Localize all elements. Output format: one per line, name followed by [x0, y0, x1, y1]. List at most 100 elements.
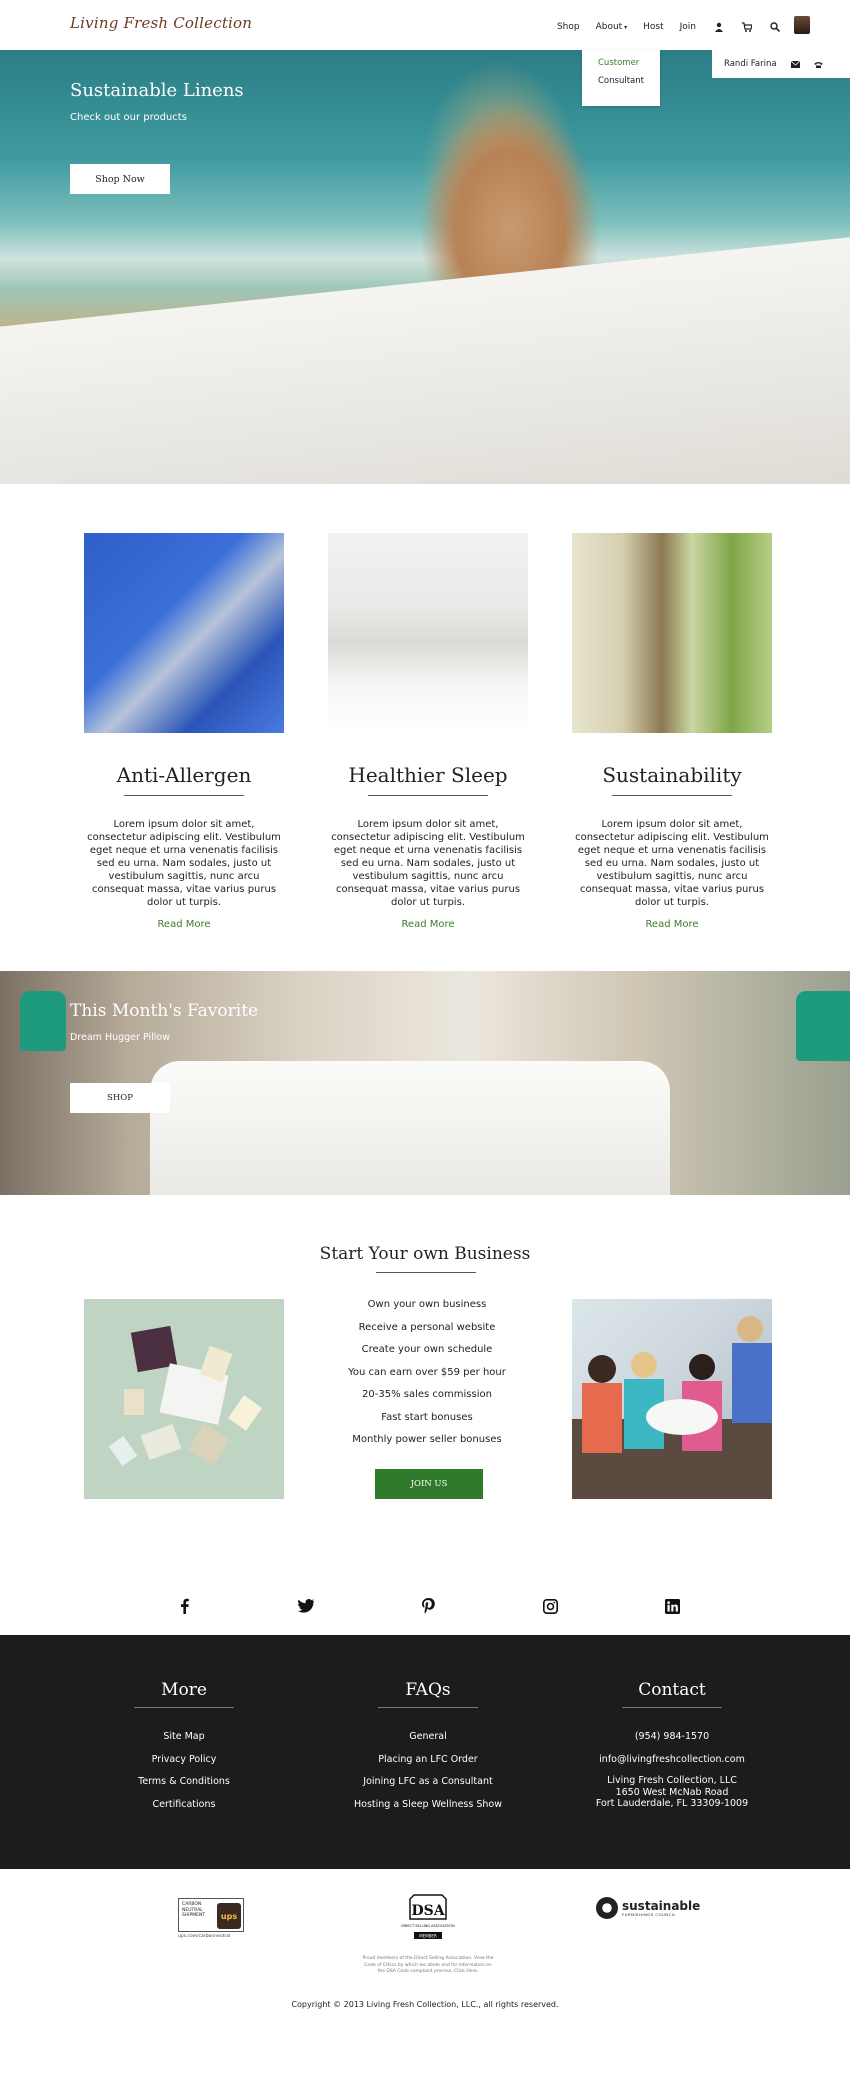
divider — [134, 1707, 234, 1708]
business-benefits-list: Own your own business Receive a personal… — [312, 1294, 542, 1452]
nav-host[interactable]: Host — [643, 22, 664, 32]
list-item: Create your own schedule — [361, 1344, 493, 1355]
sustainable-furnishings-badge[interactable]: sustainable FURNISHINGS COUNCIL — [596, 1897, 700, 1919]
contact-address-line: Fort Lauderdale, FL 33309-1009 — [595, 1798, 749, 1809]
footer-col-more: More Site Map Privacy Policy Terms & Con… — [84, 1680, 284, 1816]
feature-title: Healthier Sleep — [348, 763, 508, 787]
ups-badge-text: CARBON NEUTRAL SHIPMENT — [182, 1902, 205, 1919]
page: Living Fresh Collection Shop About ▾ Hos… — [0, 0, 850, 2084]
footer-link-hosting[interactable]: Hosting a Sleep Wellness Show — [328, 1794, 528, 1817]
twitter-icon[interactable] — [298, 1598, 314, 1614]
footer-link-general[interactable]: General — [328, 1726, 528, 1749]
contact-address-line: 1650 West McNab Road — [615, 1786, 729, 1798]
lamp-image — [20, 991, 66, 1051]
ups-link[interactable]: ups.com/carbonneutral — [178, 1934, 230, 1939]
divider — [124, 795, 244, 796]
facebook-icon[interactable] — [176, 1598, 192, 1614]
favorite-banner: This Month's Favorite Dream Hugger Pillo… — [0, 971, 850, 1195]
feature-body: Lorem ipsum dolor sit amet, consectetur … — [331, 819, 525, 908]
favorite-subtitle: Dream Hugger Pillow — [70, 1032, 170, 1043]
footer-heading: Contact — [638, 1680, 706, 1700]
hero-banner: Sustainable Linens Check out our product… — [0, 50, 850, 484]
user-menu: Randi Farina — [712, 50, 850, 78]
feature-body: Lorem ipsum dolor sit amet, consectetur … — [575, 819, 769, 908]
linkedin-icon[interactable] — [664, 1598, 680, 1614]
hero-sheet-image — [0, 229, 850, 484]
dsa-member-badge[interactable]: DSA DIRECT SELLING ASSOCIATION MEMBER — [400, 1893, 456, 1945]
dropdown-item-customer[interactable]: Customer — [582, 50, 660, 68]
nav-about-label: About — [595, 22, 623, 32]
divider — [612, 795, 732, 796]
hero-subtitle: Check out our products — [70, 112, 187, 123]
feature-body: Lorem ipsum dolor sit amet, consectetur … — [87, 819, 281, 908]
search-icon[interactable] — [770, 22, 781, 33]
globe-icon — [596, 1897, 618, 1919]
about-dropdown: Customer Consultant — [582, 50, 660, 106]
account-avatar[interactable] — [794, 16, 810, 34]
phone-icon[interactable] — [813, 61, 823, 68]
user-icon[interactable] — [714, 22, 724, 32]
feature-anti-allergen: Anti-Allergen Lorem ipsum dolor sit amet… — [84, 533, 284, 930]
footer-col-faqs: FAQs General Placing an LFC Order Joinin… — [328, 1680, 528, 1816]
list-item: You can earn over $59 per hour — [348, 1366, 506, 1378]
starter-kit-image — [84, 1299, 284, 1499]
consultants-image — [572, 1299, 772, 1499]
footer-link-privacy-policy[interactable]: Privacy Policy — [84, 1749, 284, 1772]
bed-image — [150, 1061, 670, 1195]
divider — [376, 1272, 476, 1273]
chevron-down-icon: ▾ — [622, 24, 628, 31]
list-item: Fast start bonuses — [381, 1411, 473, 1423]
site-footer: More Site Map Privacy Policy Terms & Con… — [0, 1635, 850, 1869]
feature-sustainability: Sustainability Lorem ipsum dolor sit ame… — [572, 533, 772, 930]
footer-link-certifications[interactable]: Certifications — [84, 1794, 284, 1817]
divider — [622, 1707, 722, 1708]
dsa-note: Proud members of the Direct Selling Asso… — [362, 1956, 494, 1974]
contact-address-line: Living Fresh Collection, LLC — [607, 1775, 737, 1786]
copyright: Copyright © 2013 Living Fresh Collection… — [291, 2000, 559, 2009]
footer-link-joining[interactable]: Joining LFC as a Consultant — [328, 1771, 528, 1794]
footer-link-placing-order[interactable]: Placing an LFC Order — [328, 1749, 528, 1772]
dsa-member-label: MEMBER — [419, 1933, 437, 1938]
list-item: 20-35% sales commission — [362, 1389, 492, 1400]
shop-now-button[interactable]: Shop Now — [70, 164, 170, 194]
main-nav: Shop About ▾ Host Join — [541, 16, 810, 36]
ups-shield-icon: ups — [217, 1903, 241, 1929]
feature-title: Sustainability — [602, 763, 742, 787]
sustainable-text: sustainable FURNISHINGS COUNCIL — [622, 1900, 700, 1917]
feature-image-sustainability — [572, 533, 772, 733]
divider — [368, 795, 488, 796]
divider — [378, 1707, 478, 1708]
feature-title: Anti-Allergen — [116, 763, 252, 787]
read-more-link[interactable]: Read More — [572, 919, 772, 930]
pinterest-icon[interactable] — [420, 1598, 436, 1614]
list-item: Own your own business — [367, 1299, 487, 1310]
nav-about[interactable]: About ▾ — [596, 22, 628, 32]
dsa-subtitle: DIRECT SELLING ASSOCIATION — [401, 1924, 455, 1928]
list-item: Monthly power seller bonuses — [352, 1434, 502, 1445]
dsa-mark: DSA — [411, 1903, 445, 1919]
contact-email[interactable]: info@livingfreshcollection.com — [572, 1749, 772, 1772]
favorite-title: This Month's Favorite — [70, 1001, 259, 1021]
footer-heading: FAQs — [405, 1680, 451, 1700]
footer-heading: More — [161, 1680, 207, 1700]
footer-link-terms[interactable]: Terms & Conditions — [84, 1771, 284, 1794]
contact-phone[interactable]: (954) 984-1570 — [572, 1726, 772, 1749]
cart-icon[interactable] — [742, 22, 753, 32]
hero-title: Sustainable Linens — [70, 80, 244, 101]
read-more-link[interactable]: Read More — [328, 919, 528, 930]
sustainable-title: sustainable — [622, 1898, 701, 1913]
instagram-icon[interactable] — [542, 1598, 558, 1614]
read-more-link[interactable]: Read More — [84, 919, 284, 930]
mail-icon[interactable] — [790, 60, 800, 68]
nav-shop[interactable]: Shop — [557, 22, 580, 32]
join-us-button[interactable]: JOIN US — [375, 1469, 483, 1499]
dropdown-item-consultant[interactable]: Consultant — [582, 68, 660, 86]
ups-carbon-neutral-badge[interactable]: CARBON NEUTRAL SHIPMENT ups — [178, 1898, 244, 1932]
logo[interactable]: Living Fresh Collection — [70, 14, 252, 32]
shop-button[interactable]: SHOP — [70, 1083, 170, 1113]
footer-link-site-map[interactable]: Site Map — [84, 1726, 284, 1749]
feature-healthier-sleep: Healthier Sleep Lorem ipsum dolor sit am… — [328, 533, 528, 930]
business-title: Start Your own Business — [319, 1244, 531, 1264]
nav-join[interactable]: Join — [680, 22, 696, 32]
site-header: Living Fresh Collection Shop About ▾ Hos… — [0, 0, 850, 50]
